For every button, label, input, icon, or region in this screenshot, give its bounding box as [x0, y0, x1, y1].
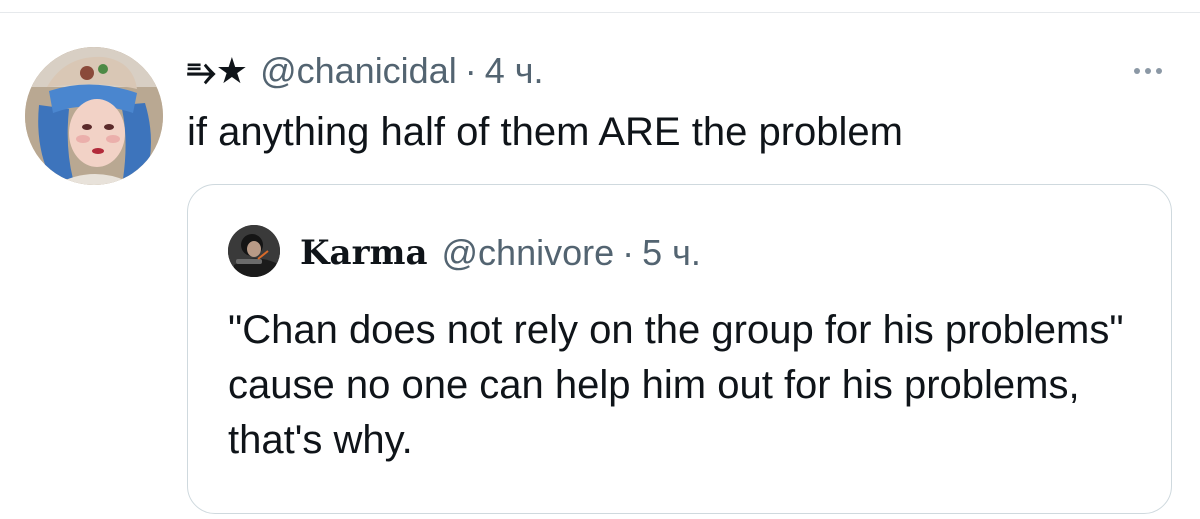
- top-divider: [0, 12, 1200, 13]
- author-display-name[interactable]: ⥱★: [187, 50, 248, 93]
- quoted-author-avatar[interactable]: [228, 225, 280, 277]
- header-separator: ·: [464, 50, 477, 91]
- tweet-text: if anything half of them ARE the problem: [187, 110, 903, 154]
- tweet-header: ⥱★ @chanicidal · 4 ч.: [187, 46, 544, 96]
- quoted-tweet-text: "Chan does not rely on the group for his…: [228, 308, 1124, 462]
- quoted-tweet-card[interactable]: Karma @chnivore · 5 ч. "Chan does not re…: [187, 184, 1172, 514]
- avatar-image: [25, 47, 163, 185]
- author-avatar[interactable]: [25, 47, 163, 185]
- more-dot: [1156, 68, 1162, 74]
- more-dot: [1134, 68, 1140, 74]
- quoted-author-username[interactable]: @chnivore: [442, 232, 615, 274]
- tweet-timestamp[interactable]: 4 ч.: [485, 50, 544, 92]
- quoted-author-display-name[interactable]: Karma: [300, 233, 428, 273]
- more-horizontal-icon[interactable]: [1120, 58, 1176, 84]
- quoted-avatar-image: [228, 225, 280, 277]
- more-dot: [1145, 68, 1151, 74]
- author-username[interactable]: @chanicidal: [260, 50, 457, 92]
- quoted-tweet-header: Karma @chnivore · 5 ч.: [300, 229, 701, 277]
- quoted-tweet-timestamp[interactable]: 5 ч.: [642, 232, 701, 274]
- quoted-header-separator: ·: [622, 232, 635, 273]
